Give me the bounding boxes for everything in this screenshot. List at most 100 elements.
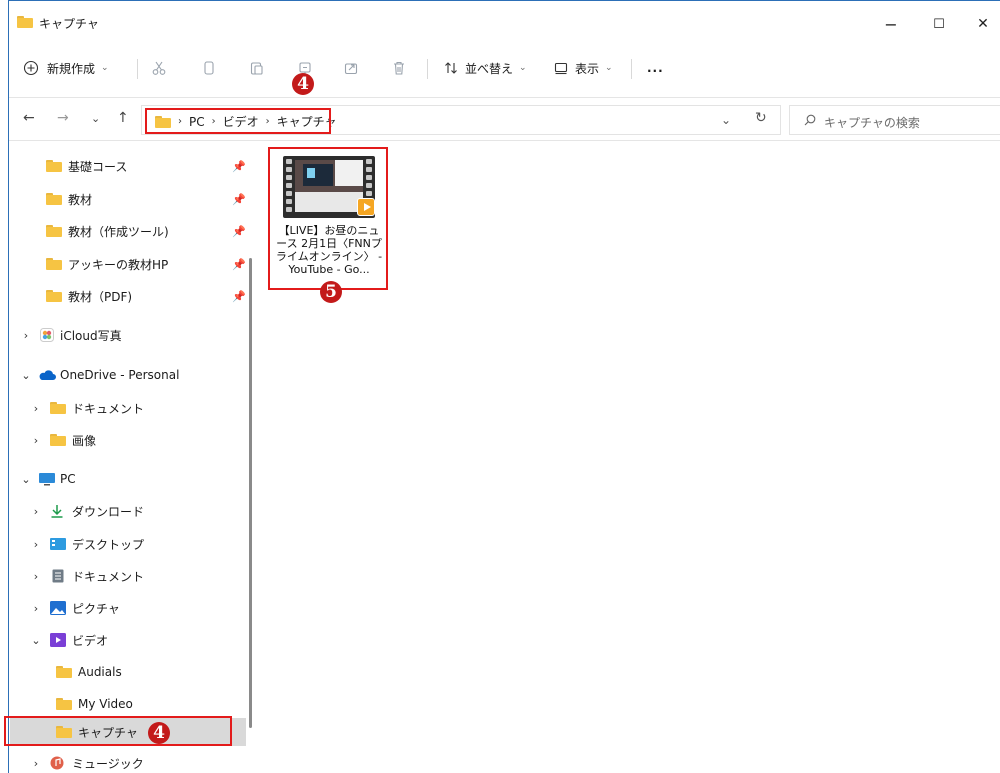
more-button[interactable]: ... — [647, 55, 664, 81]
document-icon — [52, 569, 64, 583]
new-button[interactable]: 新規作成 ⌄ — [23, 55, 109, 81]
sidebar-item-pc[interactable]: ⌄ PC — [8, 464, 248, 494]
chevron-down-icon[interactable]: ⌄ — [20, 473, 32, 486]
sidebar-highlight-box — [4, 716, 232, 746]
divider — [427, 59, 428, 79]
sidebar-item-label: 教材 — [68, 192, 93, 207]
icloud-photos-icon — [40, 328, 54, 342]
sidebar-item-label: iCloud写真 — [60, 328, 122, 343]
search-icon — [804, 114, 816, 126]
delete-button[interactable] — [391, 55, 407, 81]
step-badge-sidebar: 4 — [148, 722, 170, 744]
sidebar-scrollbar[interactable] — [249, 258, 252, 728]
share-icon — [344, 63, 358, 75]
scissors-icon — [152, 61, 166, 75]
sidebar-item-onedrive-documents[interactable]: › ドキュメント — [8, 393, 248, 423]
sidebar-item-kyozai-pdf[interactable]: 教材（PDF) 📌 — [8, 281, 248, 311]
sidebar-item-label: 教材（作成ツール) — [68, 224, 169, 239]
sidebar-item-label: My Video — [78, 697, 133, 711]
folder-icon — [56, 698, 72, 710]
address-dropdown-icon[interactable]: ⌄ — [721, 113, 731, 127]
sidebar-item-kiso[interactable]: 基礎コース 📌 — [8, 151, 248, 181]
chevron-right-icon[interactable]: › — [30, 402, 42, 415]
sort-button[interactable]: 並べ替え ⌄ — [443, 55, 527, 81]
sidebar-item-label: デスクトップ — [72, 537, 145, 552]
chevron-right-icon[interactable]: › — [30, 570, 42, 583]
view-label: 表示 — [575, 61, 600, 76]
sidebar-item-music[interactable]: › ミュージック — [8, 753, 248, 773]
desktop-icon — [50, 538, 66, 550]
folder-icon — [46, 160, 62, 172]
maximize-button[interactable]: ☐ — [919, 9, 959, 39]
sidebar-item-onedrive-pictures[interactable]: › 画像 — [8, 425, 248, 455]
pin-icon: 📌 — [232, 192, 246, 206]
sidebar-item-desktop[interactable]: › デスクトップ — [8, 529, 248, 559]
view-button[interactable]: 表示 ⌄ — [553, 55, 613, 81]
share-button[interactable] — [343, 55, 359, 81]
pictures-icon — [50, 601, 66, 615]
clipboard-icon — [250, 62, 263, 75]
sidebar-item-my-video[interactable]: My Video — [8, 689, 248, 719]
divider — [137, 59, 138, 79]
sidebar-item-kyozai[interactable]: 教材 📌 — [8, 184, 248, 214]
folder-icon — [50, 402, 66, 414]
refresh-icon[interactable]: ↻ — [755, 110, 767, 126]
chevron-right-icon[interactable]: › — [30, 538, 42, 551]
sidebar-item-label: ビデオ — [72, 633, 109, 648]
sidebar-item-downloads[interactable]: › ダウンロード — [8, 496, 248, 526]
sidebar-item-label: ダウンロード — [72, 504, 145, 519]
pin-icon: 📌 — [232, 159, 246, 173]
download-arrow-icon — [51, 505, 63, 518]
search-input[interactable]: キャプチャの検索 — [789, 105, 1000, 135]
navigation-bar: ← → ⌄ ↑ › PC › ビデオ › キャプチャ ⌄ ↻ キャプチャの検索 — [9, 97, 1000, 141]
sidebar-item-label: ピクチャ — [72, 601, 120, 616]
sidebar-item-pictures[interactable]: › ピクチャ — [8, 593, 248, 623]
forward-arrow-icon[interactable]: → — [57, 110, 69, 126]
up-arrow-icon[interactable]: ↑ — [117, 110, 129, 126]
sidebar-item-icloud[interactable]: › iCloud写真 — [8, 320, 248, 350]
video-icon — [50, 633, 66, 647]
chevron-down-icon[interactable]: ⌄ — [20, 369, 32, 382]
chevron-right-icon[interactable]: › — [30, 757, 42, 770]
chevron-right-icon[interactable]: › — [30, 505, 42, 518]
sidebar-item-kyozai-tool[interactable]: 教材（作成ツール) 📌 — [8, 216, 248, 246]
chevron-right-icon[interactable]: › — [20, 329, 32, 342]
chevron-right-icon[interactable]: › — [30, 602, 42, 615]
sidebar-item-label: 教材（PDF) — [68, 289, 133, 304]
sidebar-item-akky-hp[interactable]: アッキーの教材HP 📌 — [8, 249, 248, 279]
sidebar-item-label: Audials — [78, 665, 122, 679]
chevron-down-icon: ⌄ — [519, 63, 527, 73]
cut-button[interactable] — [151, 55, 167, 81]
chevron-right-icon[interactable]: › — [30, 434, 42, 447]
recent-locations-icon[interactable]: ⌄ — [91, 112, 100, 125]
sort-label: 並べ替え — [465, 61, 514, 76]
sidebar-item-onedrive[interactable]: ⌄ OneDrive - Personal — [8, 360, 248, 390]
sidebar-item-audials[interactable]: Audials — [8, 657, 248, 687]
minimize-button[interactable]: − — [871, 9, 911, 39]
pin-icon: 📌 — [232, 224, 246, 238]
pc-monitor-icon — [39, 473, 55, 486]
music-icon — [50, 756, 64, 770]
address-highlight-box — [145, 108, 331, 134]
folder-icon — [17, 16, 33, 28]
chevron-down-icon: ⌄ — [101, 63, 109, 73]
title-bar: キャプチャ − ☐ ✕ — [9, 1, 1000, 43]
command-bar: 新規作成 ⌄ 並べ替え ⌄ 表示 ⌄ ... — [9, 47, 1000, 89]
back-arrow-icon[interactable]: ← — [23, 110, 35, 126]
chevron-down-icon[interactable]: ⌄ — [30, 634, 42, 647]
pin-icon: 📌 — [232, 257, 246, 271]
window-title: キャプチャ — [39, 17, 99, 31]
paste-button[interactable] — [249, 55, 265, 81]
sidebar-item-videos[interactable]: ⌄ ビデオ — [8, 625, 248, 655]
copy-button[interactable] — [201, 55, 217, 81]
sidebar-item-label: PC — [60, 472, 76, 486]
sidebar-item-documents[interactable]: › ドキュメント — [8, 561, 248, 591]
close-button[interactable]: ✕ — [963, 9, 1000, 39]
sidebar-item-label: ミュージック — [72, 756, 144, 771]
divider — [631, 59, 632, 79]
sidebar-item-label: 画像 — [72, 433, 97, 448]
trash-icon — [394, 61, 404, 75]
new-label: 新規作成 — [47, 61, 96, 76]
pin-icon: 📌 — [232, 289, 246, 303]
sidebar-item-label: ドキュメント — [72, 401, 145, 416]
